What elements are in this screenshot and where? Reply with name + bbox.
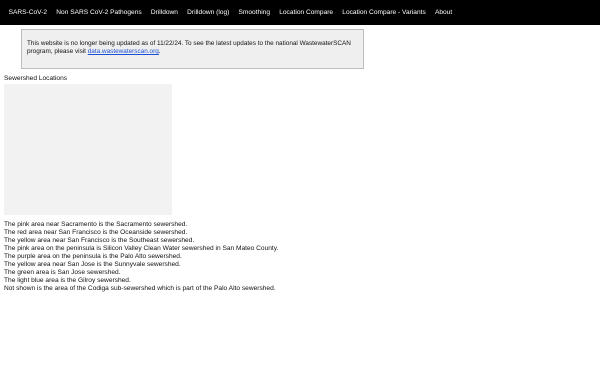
sewershed-map[interactable] bbox=[4, 84, 172, 215]
top-navbar: SARS-CoV-2 Non SARS CoV-2 Pathogens Dril… bbox=[0, 0, 600, 25]
sewershed-description: The green area is San Jose sewershed. bbox=[4, 269, 121, 276]
sewershed-description: The pink area near Sacramento is the Sac… bbox=[4, 221, 188, 228]
nav-item-location-compare-variants[interactable]: Location Compare - Variants bbox=[338, 0, 431, 25]
nav-item-sars-cov-2[interactable]: SARS-CoV-2 bbox=[4, 0, 52, 25]
nav-item-drilldown[interactable]: Drilldown bbox=[146, 0, 182, 25]
notice-text: This website is no longer being updated … bbox=[27, 40, 351, 56]
notice-suffix: . bbox=[158, 48, 161, 56]
sewershed-description: The purple area on the peninsula is the … bbox=[4, 253, 182, 260]
nav-item-non-sars-cov-2-pathogens[interactable]: Non SARS CoV-2 Pathogens bbox=[52, 0, 147, 25]
sewershed-description: The pink area on the peninsula is Silico… bbox=[4, 245, 279, 252]
sewershed-description: Not shown is the area of the Codiga sub-… bbox=[4, 285, 276, 292]
nav-item-smoothing[interactable]: Smoothing bbox=[234, 0, 275, 25]
sewershed-description: The yellow area near San Francisco is th… bbox=[4, 237, 195, 244]
nav-item-drilldown-log[interactable]: Drilldown (log) bbox=[183, 0, 234, 25]
nav-item-about[interactable]: About bbox=[430, 0, 456, 25]
sewershed-locations-title: Sewershed Locations bbox=[4, 75, 68, 82]
nav-item-location-compare[interactable]: Location Compare bbox=[275, 0, 338, 25]
sewershed-description: The yellow area near San Jose is the Sun… bbox=[4, 261, 181, 268]
wastewaterscan-link[interactable]: data.wastewaterscan.org bbox=[88, 48, 159, 55]
sewershed-description: The red area near San Francisco is the O… bbox=[4, 229, 188, 236]
sewershed-description-list: The pink area near Sacramento is the Sac… bbox=[4, 221, 278, 293]
sewershed-description: The light blue area is the Gilroy sewers… bbox=[4, 277, 131, 284]
deprecation-notice: This website is no longer being updated … bbox=[21, 29, 364, 69]
